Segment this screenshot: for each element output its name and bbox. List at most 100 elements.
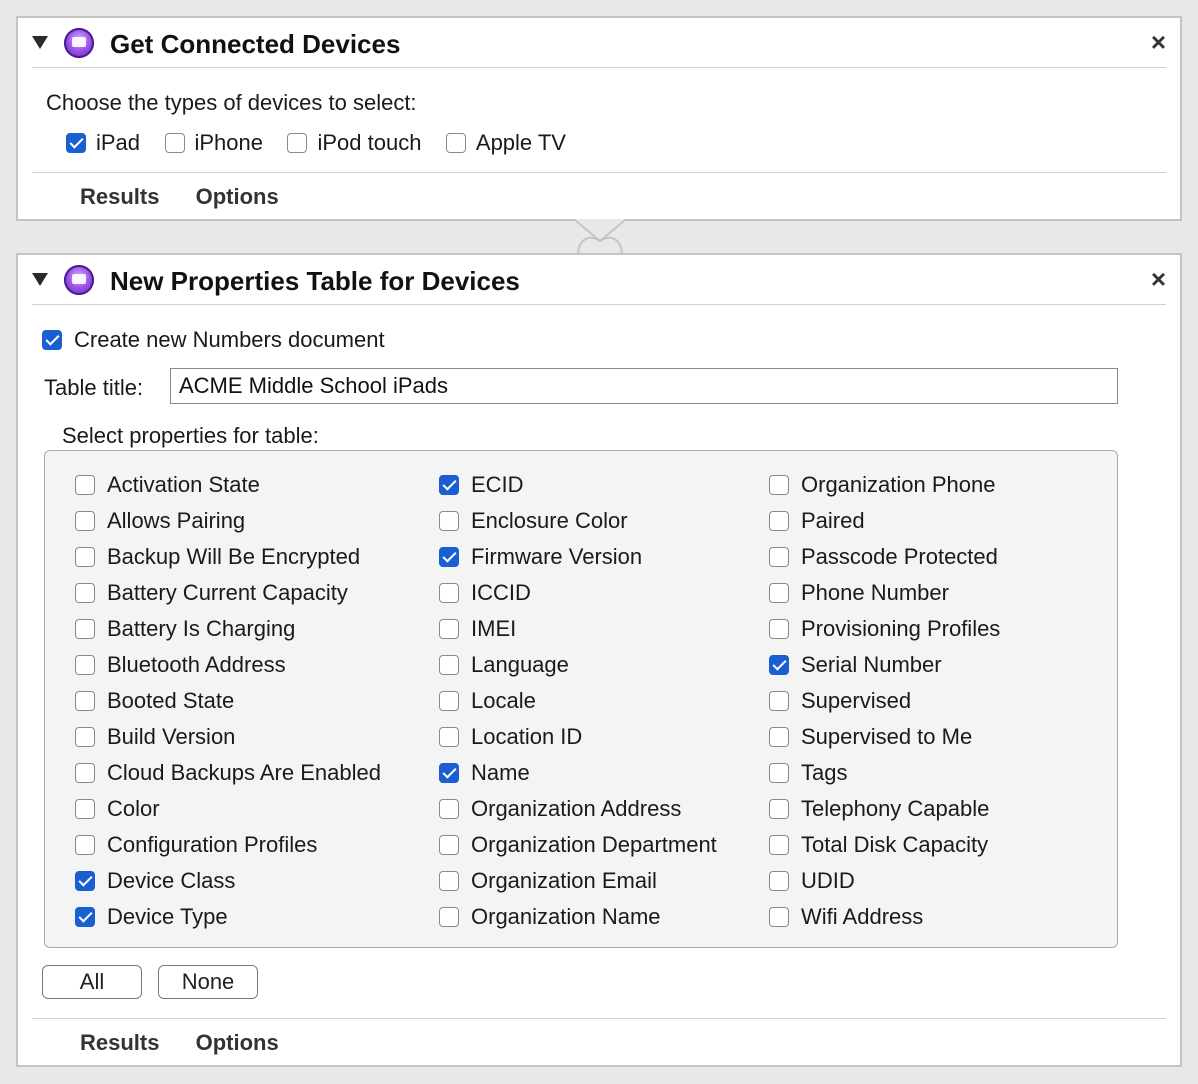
checkbox[interactable] — [75, 871, 95, 891]
checkbox[interactable] — [769, 727, 789, 747]
checkbox[interactable] — [287, 133, 308, 153]
tab-options[interactable]: Options — [196, 1030, 279, 1055]
close-icon[interactable]: × — [1151, 28, 1166, 56]
property-option[interactable]: Wifi Address — [769, 899, 1000, 935]
property-option[interactable]: Telephony Capable — [769, 791, 1000, 827]
property-option[interactable]: Battery Current Capacity — [75, 575, 381, 611]
property-option[interactable]: ECID — [439, 467, 717, 503]
checkbox[interactable] — [439, 907, 459, 927]
checkbox[interactable] — [75, 907, 95, 927]
device-option-ipad[interactable]: iPad — [66, 130, 140, 156]
tab-options[interactable]: Options — [196, 184, 279, 209]
checkbox[interactable] — [439, 871, 459, 891]
property-option[interactable]: Supervised to Me — [769, 719, 1000, 755]
checkbox[interactable] — [439, 547, 459, 567]
checkbox[interactable] — [445, 133, 466, 153]
property-option[interactable]: Firmware Version — [439, 539, 717, 575]
property-option[interactable]: Total Disk Capacity — [769, 827, 1000, 863]
property-option[interactable]: Provisioning Profiles — [769, 611, 1000, 647]
property-option[interactable]: Build Version — [75, 719, 381, 755]
property-option[interactable]: IMEI — [439, 611, 717, 647]
property-option[interactable]: Location ID — [439, 719, 717, 755]
property-option[interactable]: Tags — [769, 755, 1000, 791]
property-option[interactable]: Battery Is Charging — [75, 611, 381, 647]
property-option[interactable]: UDID — [769, 863, 1000, 899]
checkbox[interactable] — [439, 655, 459, 675]
property-option[interactable]: Supervised — [769, 683, 1000, 719]
device-option-apple-tv[interactable]: Apple TV — [445, 130, 566, 156]
property-option[interactable]: Organization Name — [439, 899, 717, 935]
property-option[interactable]: Device Class — [75, 863, 381, 899]
checkbox[interactable] — [769, 835, 789, 855]
property-option[interactable]: Paired — [769, 503, 1000, 539]
property-option[interactable]: Bluetooth Address — [75, 647, 381, 683]
checkbox[interactable] — [769, 511, 789, 531]
checkbox[interactable] — [75, 691, 95, 711]
checkbox[interactable] — [75, 619, 95, 639]
checkbox[interactable] — [75, 511, 95, 531]
property-option[interactable]: Configuration Profiles — [75, 827, 381, 863]
property-option[interactable]: Serial Number — [769, 647, 1000, 683]
checkbox[interactable] — [439, 511, 459, 531]
create-new-document-option[interactable]: Create new Numbers document — [42, 327, 385, 353]
checkbox[interactable] — [75, 475, 95, 495]
checkbox[interactable] — [439, 835, 459, 855]
property-option[interactable]: Passcode Protected — [769, 539, 1000, 575]
property-option[interactable]: Allows Pairing — [75, 503, 381, 539]
checkbox[interactable] — [75, 835, 95, 855]
close-icon[interactable]: × — [1151, 265, 1166, 293]
tab-results[interactable]: Results — [80, 1030, 159, 1055]
checkbox[interactable] — [439, 727, 459, 747]
select-all-button[interactable]: All — [42, 965, 142, 999]
property-option[interactable]: Organization Department — [439, 827, 717, 863]
checkbox[interactable] — [75, 799, 95, 819]
checkbox[interactable] — [66, 133, 86, 153]
property-option[interactable]: Organization Address — [439, 791, 717, 827]
checkbox[interactable] — [75, 727, 95, 747]
table-title-input[interactable] — [170, 368, 1118, 404]
property-option[interactable]: Name — [439, 755, 717, 791]
property-option[interactable]: ICCID — [439, 575, 717, 611]
checkbox[interactable] — [769, 619, 789, 639]
property-option[interactable]: Activation State — [75, 467, 381, 503]
property-option[interactable]: Cloud Backups Are Enabled — [75, 755, 381, 791]
property-option[interactable]: Enclosure Color — [439, 503, 717, 539]
checkbox[interactable] — [439, 763, 459, 783]
property-option[interactable]: Language — [439, 647, 717, 683]
property-option[interactable]: Device Type — [75, 899, 381, 935]
checkbox[interactable] — [42, 330, 62, 350]
checkbox[interactable] — [769, 871, 789, 891]
checkbox[interactable] — [769, 799, 789, 819]
checkbox[interactable] — [75, 547, 95, 567]
checkbox[interactable] — [769, 763, 789, 783]
property-option[interactable]: Organization Email — [439, 863, 717, 899]
checkbox[interactable] — [769, 475, 789, 495]
checkbox[interactable] — [164, 133, 185, 153]
divider — [32, 172, 1166, 173]
checkbox[interactable] — [769, 583, 789, 603]
checkbox[interactable] — [769, 655, 789, 675]
checkbox[interactable] — [75, 763, 95, 783]
property-option[interactable]: Booted State — [75, 683, 381, 719]
property-option[interactable]: Backup Will Be Encrypted — [75, 539, 381, 575]
checkbox[interactable] — [769, 547, 789, 567]
property-option[interactable]: Locale — [439, 683, 717, 719]
checkbox[interactable] — [439, 619, 459, 639]
checkbox[interactable] — [769, 691, 789, 711]
checkbox[interactable] — [439, 475, 459, 495]
checkbox[interactable] — [75, 655, 95, 675]
checkbox[interactable] — [439, 583, 459, 603]
disclosure-triangle-icon[interactable] — [32, 36, 48, 49]
checkbox[interactable] — [75, 583, 95, 603]
tab-results[interactable]: Results — [80, 184, 159, 209]
device-option-iphone[interactable]: iPhone — [164, 130, 263, 156]
checkbox[interactable] — [439, 799, 459, 819]
device-option-ipod-touch[interactable]: iPod touch — [287, 130, 421, 156]
disclosure-triangle-icon[interactable] — [32, 273, 48, 286]
checkbox[interactable] — [769, 907, 789, 927]
property-option[interactable]: Phone Number — [769, 575, 1000, 611]
select-none-button[interactable]: None — [158, 965, 258, 999]
property-option[interactable]: Organization Phone — [769, 467, 1000, 503]
checkbox[interactable] — [439, 691, 459, 711]
property-option[interactable]: Color — [75, 791, 381, 827]
